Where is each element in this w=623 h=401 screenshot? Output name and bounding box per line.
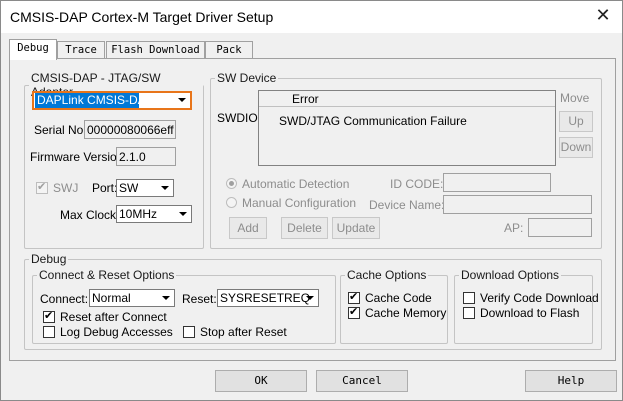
serial-label: Serial No: [34,123,87,137]
chevron-down-icon [176,207,190,221]
swdio-label: SWDIO [217,111,258,125]
ap-field[interactable] [528,218,592,237]
cache-code-label: Cache Code [365,291,432,305]
cancel-button[interactable]: Cancel [316,370,408,392]
reset-value: SYSRESETREQ [220,291,311,305]
stop-after-reset-label: Stop after Reset [200,325,287,339]
dialog-window: CMSIS-DAP Cortex-M Target Driver Setup ✕… [0,0,623,401]
check-icon: ✔ [349,305,359,318]
reset-after-connect-label: Reset after Connect [60,310,167,324]
check-icon: ✔ [349,290,359,303]
verify-download-checkbox[interactable] [463,292,475,304]
device-name-label: Device Name: [369,198,445,212]
serial-field[interactable]: 00000080066eff5t [84,120,176,139]
maxclock-value: 10MHz [119,207,158,221]
tab-page-debug: CMSIS-DAP - JTAG/SW Adapter DAPLink CMSI… [9,58,616,361]
cache-memory-checkbox[interactable]: ✔ [348,305,360,319]
log-debug-label: Log Debug Accesses [60,325,173,339]
ok-button[interactable]: OK [215,370,307,392]
firmware-field[interactable]: 2.1.0 [116,147,176,166]
maxclock-label: Max Clock: [60,208,120,222]
check-icon: ✔ [37,180,47,193]
chevron-down-icon [303,291,317,305]
move-label: Move [560,91,590,105]
device-name-field[interactable] [443,195,592,214]
tab-trace[interactable]: Trace [57,41,105,59]
swj-label: SWJ [53,181,79,195]
update-button[interactable]: Update [332,217,380,239]
port-select[interactable]: SW [116,179,174,197]
cache-legend: Cache Options [347,268,427,282]
sw-device-legend: SW Device [217,71,277,85]
up-button[interactable]: Up [559,111,593,132]
radio-dot [229,181,234,186]
table-header-error: Error [292,92,319,106]
ap-label: AP: [504,221,524,235]
firmware-label: Firmware Version: [30,150,127,164]
adapter-select-value: DAPLink CMSIS-DAP [35,93,139,108]
chevron-down-icon [175,93,189,107]
serial-value: 00000080066eff5t [87,123,174,137]
help-button[interactable]: Help [525,370,617,392]
verify-download-label: Verify Code Download [480,291,599,305]
download-flash-label: Download to Flash [480,306,580,320]
auto-detect-label: Automatic Detection [242,177,350,191]
port-value: SW [119,181,139,195]
chevron-down-icon [159,291,173,305]
close-icon[interactable]: ✕ [594,7,612,25]
add-button[interactable]: Add [229,217,267,239]
tab-flash-download[interactable]: Flash Download [106,41,205,59]
down-button[interactable]: Down [559,137,593,158]
log-debug-checkbox[interactable] [43,326,55,338]
id-code-label: ID CODE: [390,177,444,191]
manual-config-radio[interactable] [226,197,237,208]
connect-label: Connect: [40,292,89,306]
adapter-select[interactable]: DAPLink CMSIS-DAP [32,91,192,110]
tab-pack[interactable]: Pack [205,41,253,59]
maxclock-select[interactable]: 10MHz [116,205,192,223]
manual-config-label: Manual Configuration [242,196,357,210]
debug-group-legend: Debug [31,252,67,266]
id-code-field[interactable] [443,173,551,192]
reset-select[interactable]: SYSRESETREQ [217,289,319,307]
cache-memory-label: Cache Memory [365,306,447,320]
tab-debug[interactable]: Debug [9,39,57,60]
table-row-error: SWD/JTAG Communication Failure [279,114,467,128]
connect-value: Normal [92,291,131,305]
chevron-down-icon [158,181,172,195]
download-legend: Download Options [461,268,560,282]
title-bar: CMSIS-DAP Cortex-M Target Driver Setup ✕ [1,1,622,33]
cache-code-checkbox[interactable]: ✔ [348,290,360,304]
stop-after-reset-checkbox[interactable] [183,326,195,338]
download-flash-checkbox[interactable] [463,307,475,319]
check-icon: ✔ [44,309,54,322]
connect-select[interactable]: Normal [89,289,175,307]
auto-detect-radio[interactable] [226,178,237,189]
swj-checkbox[interactable]: ✔ [36,180,48,194]
connect-reset-legend: Connect & Reset Options [39,268,175,282]
window-title: CMSIS-DAP Cortex-M Target Driver Setup [10,9,274,25]
device-table-header: Error [259,91,555,107]
device-table[interactable]: Error SWD/JTAG Communication Failure [258,90,556,166]
port-label: Port: [92,181,118,195]
reset-after-connect-checkbox[interactable]: ✔ [43,309,55,323]
reset-label: Reset: [182,292,217,306]
firmware-value: 2.1.0 [119,150,146,164]
delete-button[interactable]: Delete [281,217,328,239]
